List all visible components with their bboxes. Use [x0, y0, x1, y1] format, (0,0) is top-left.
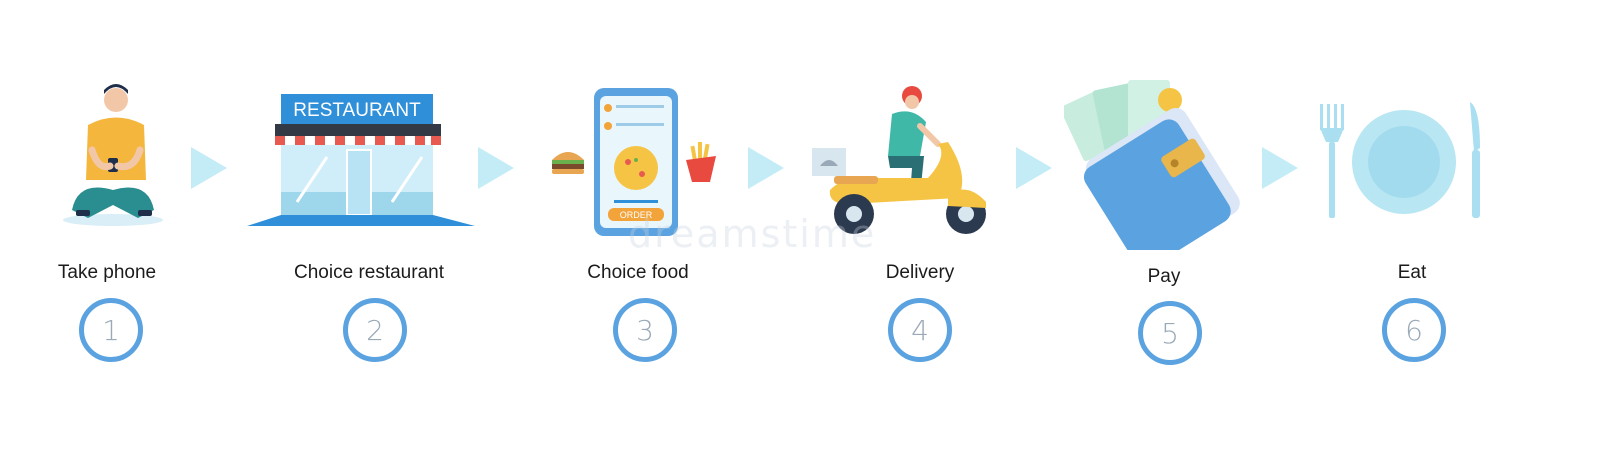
step-number-circle: 2: [343, 298, 407, 362]
restaurant-storefront-illustration: RESTAURANT: [247, 94, 475, 226]
step-label: Pay: [1147, 266, 1181, 287]
arrow-icon: [1016, 147, 1052, 189]
person-with-phone-illustration: [63, 84, 163, 226]
knife-icon: [1470, 102, 1480, 218]
step-number-circle: 1: [79, 298, 143, 362]
step-label: Choice restaurant: [294, 262, 444, 283]
step-label: Choice food: [587, 262, 689, 283]
step-number-circle: 4: [888, 298, 952, 362]
watermark: dreamstime: [628, 212, 877, 256]
arrow-icon: [478, 147, 514, 189]
step-number-circle: 6: [1382, 298, 1446, 362]
arrow-icon: [1262, 147, 1298, 189]
step-label: Take phone: [57, 262, 157, 283]
arrow-icon: [191, 147, 227, 189]
restaurant-sign-text: RESTAURANT: [293, 100, 421, 121]
plate-cutlery-illustration: [1320, 102, 1480, 218]
arrow-icon: [748, 147, 784, 189]
step-number-circle: 3: [613, 298, 677, 362]
step-number-circle: 5: [1138, 301, 1202, 365]
step-label: Delivery: [885, 262, 955, 283]
step-label: Eat: [1397, 262, 1427, 283]
wallet-money-illustration: [1064, 80, 1240, 250]
fries-icon: [686, 142, 716, 182]
burger-icon: [552, 152, 584, 174]
fork-icon: [1320, 104, 1344, 218]
